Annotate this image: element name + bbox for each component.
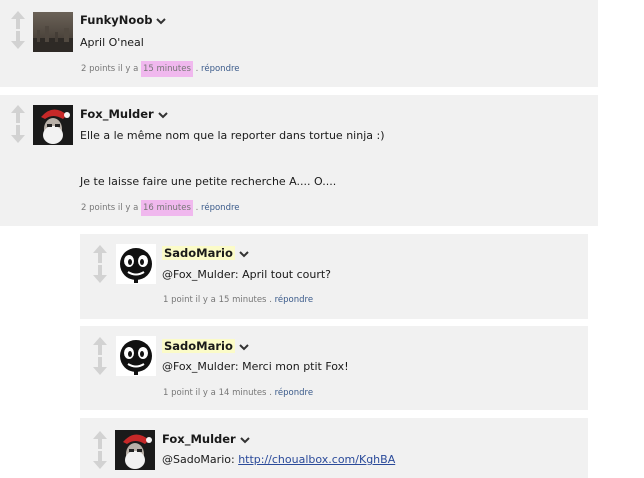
separator: . — [269, 295, 272, 305]
chevron-down-icon[interactable] — [240, 433, 250, 447]
arrow-up-icon[interactable] — [10, 10, 26, 30]
reply-card: SadoMario @Fox_Mulder: Merci mon ptit Fo… — [80, 326, 588, 410]
avatar[interactable] — [116, 244, 156, 284]
chevron-down-icon[interactable] — [158, 108, 168, 122]
comment-meta: 1 point il y a 14 minutes . répondre — [163, 388, 313, 398]
arrow-up-icon[interactable] — [92, 244, 108, 264]
comment-text: @Fox_Mulder: Merci mon ptit Fox! — [162, 360, 349, 373]
chevron-down-icon[interactable] — [239, 340, 249, 354]
username-label[interactable]: Fox_Mulder — [162, 432, 236, 446]
arrow-down-icon[interactable] — [92, 356, 108, 376]
separator: . — [195, 203, 199, 213]
external-link[interactable]: http://choualbox.com/KghBA — [238, 453, 395, 466]
arrow-down-icon[interactable] — [10, 30, 26, 50]
points-label: 1 point il y a — [163, 388, 216, 398]
timestamp: 16 minutes — [141, 200, 193, 216]
comment-text: @SadoMario: http://choualbox.com/KghBA — [162, 453, 395, 466]
username[interactable]: Fox_Mulder — [80, 107, 168, 122]
avatar[interactable] — [33, 105, 73, 145]
comment-text: @Fox_Mulder: April tout court? — [162, 268, 332, 281]
reply-mention: @SadoMario: — [162, 453, 239, 466]
username[interactable]: FunkyNoob — [80, 13, 167, 28]
chevron-down-icon[interactable] — [239, 247, 249, 261]
comment-text: Je te laisse faire une petite recherche … — [80, 175, 337, 188]
timestamp: 14 minutes — [218, 388, 267, 398]
reply-link[interactable]: répondre — [201, 203, 239, 213]
comment-text: Elle a le même nom que la reporter dans … — [80, 129, 385, 142]
right-gutter — [598, 0, 644, 463]
arrow-up-icon[interactable] — [92, 336, 108, 356]
username-label[interactable]: SadoMario — [162, 246, 235, 260]
arrow-down-icon[interactable] — [92, 450, 108, 470]
points-label: 1 point il y a — [163, 295, 216, 305]
arrow-down-icon[interactable] — [92, 264, 108, 284]
avatar[interactable] — [116, 336, 156, 376]
comment-meta: 1 point il y a 15 minutes . répondre — [163, 295, 313, 305]
reply-link[interactable]: répondre — [275, 388, 313, 398]
username-label[interactable]: SadoMario — [162, 339, 235, 353]
avatar[interactable] — [33, 12, 73, 52]
username[interactable]: Fox_Mulder — [162, 432, 250, 447]
username[interactable]: SadoMario — [162, 339, 249, 354]
timestamp: 15 minutes — [141, 61, 193, 77]
reply-link[interactable]: répondre — [201, 64, 239, 74]
arrow-up-icon[interactable] — [92, 430, 108, 450]
reply-link[interactable]: répondre — [275, 295, 313, 305]
points-label: 2 points il y a — [81, 64, 139, 74]
timestamp: 15 minutes — [218, 295, 267, 305]
arrow-up-icon[interactable] — [10, 104, 26, 124]
arrow-down-icon[interactable] — [10, 124, 26, 144]
reply-card: Fox_Mulder @SadoMario: http://choualbox.… — [80, 418, 588, 478]
comment-meta: 2 points il y a 16 minutes . répondre — [81, 200, 240, 216]
username[interactable]: SadoMario — [162, 246, 249, 261]
chevron-down-icon[interactable] — [156, 14, 167, 28]
comment-card: Fox_Mulder Elle a le même nom que la rep… — [0, 95, 598, 226]
username-label[interactable]: FunkyNoob — [80, 13, 152, 27]
reply-card: SadoMario @Fox_Mulder: April tout court?… — [80, 234, 588, 319]
points-label: 2 points il y a — [81, 203, 139, 213]
separator: . — [195, 64, 199, 74]
comment-card: FunkyNoob April O'neal 2 points il y a 1… — [0, 0, 598, 87]
username-label[interactable]: Fox_Mulder — [80, 107, 154, 121]
comment-text: April O'neal — [80, 36, 144, 49]
comment-meta: 2 points il y a 15 minutes . répondre — [81, 61, 240, 77]
avatar[interactable] — [115, 430, 155, 470]
separator: . — [269, 388, 272, 398]
